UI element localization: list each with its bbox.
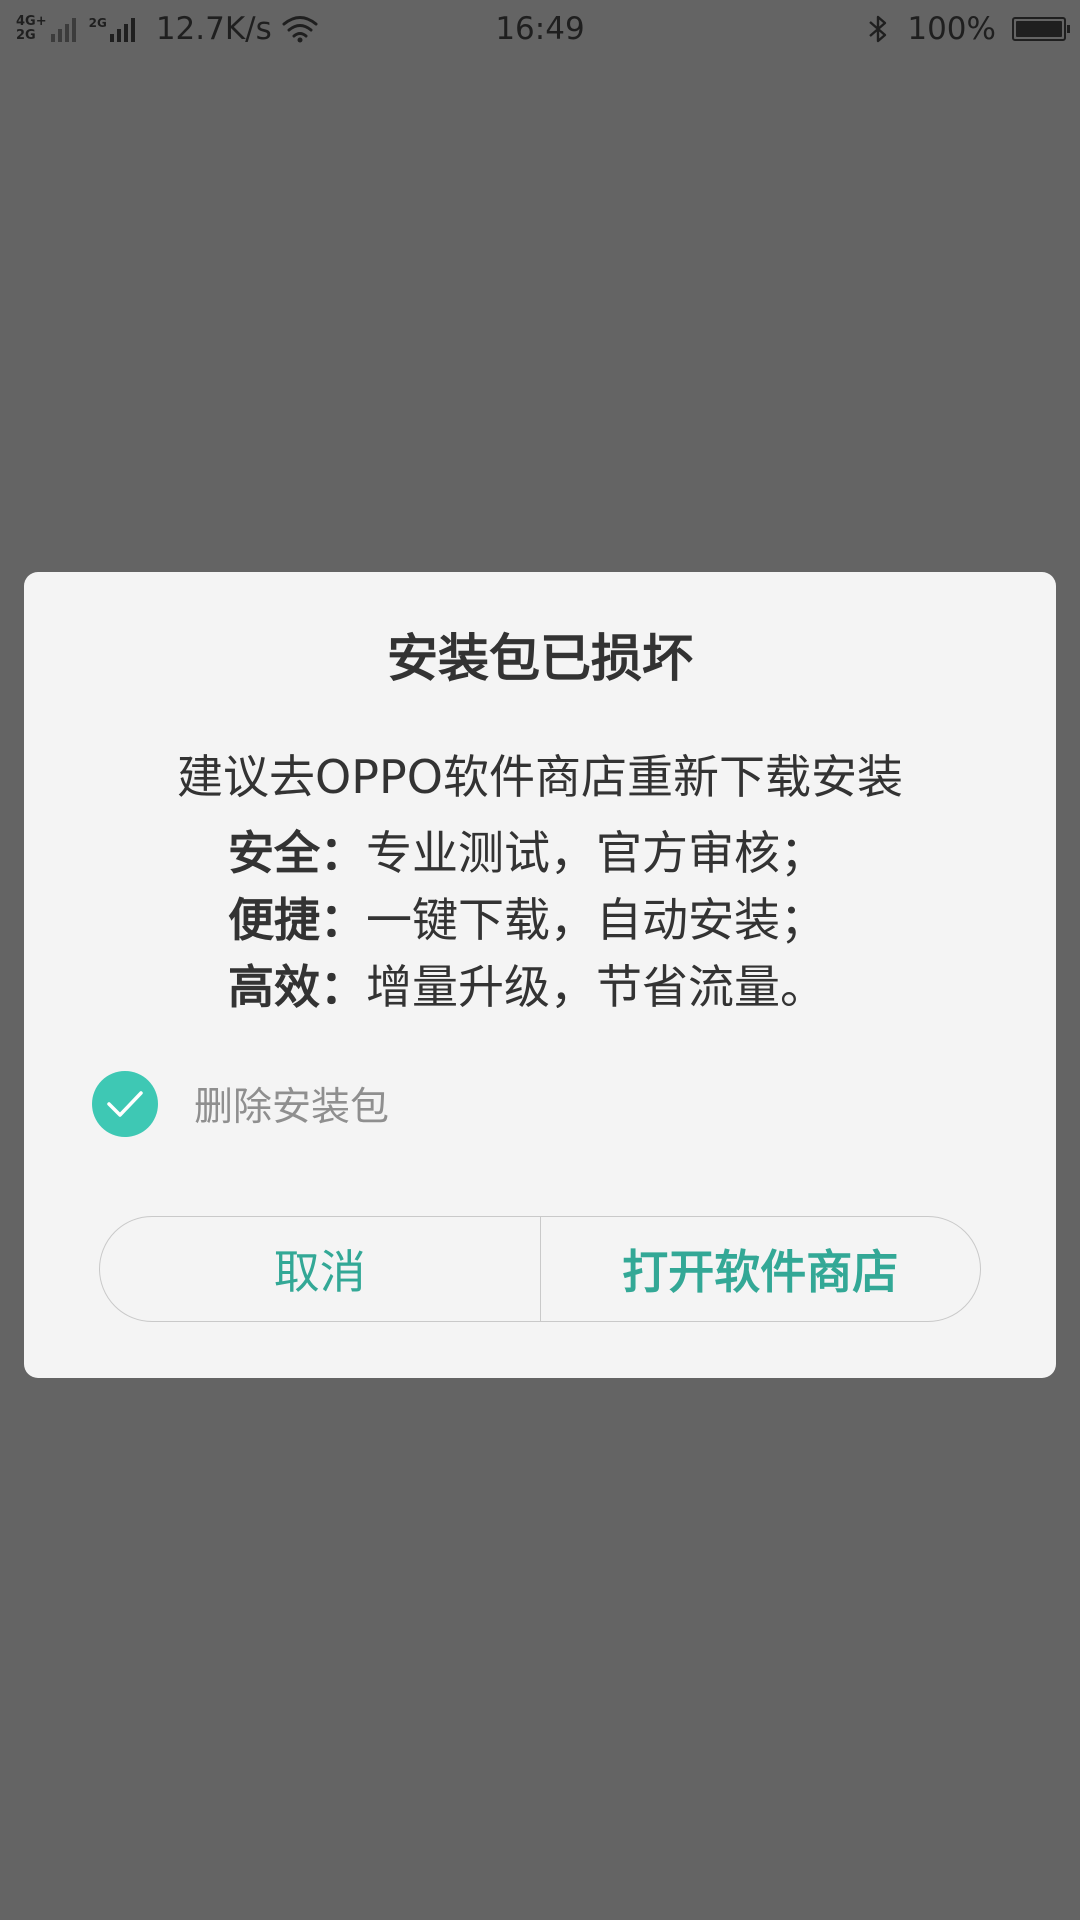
feature-value: 一键下载，自动安装； xyxy=(366,893,826,947)
feature-value: 专业测试，官方审核； xyxy=(366,826,826,880)
feature-efficiency: 高效：增量升级，节省流量。 xyxy=(228,958,826,1016)
delete-package-checkbox[interactable] xyxy=(92,1071,158,1137)
status-bar: 4G+ 2G 2G 12.7K/s 16:49 100% xyxy=(0,0,1080,58)
status-bar-right: 100% xyxy=(867,8,1070,50)
cancel-button[interactable]: 取消 xyxy=(100,1217,540,1321)
delete-package-label[interactable]: 删除安装包 xyxy=(194,1076,389,1132)
feature-value: 增量升级，节省流量。 xyxy=(366,960,826,1014)
feature-key: 安全： xyxy=(228,826,366,880)
open-app-store-button[interactable]: 打开软件商店 xyxy=(539,1217,981,1321)
checkmark-icon xyxy=(107,1091,143,1117)
feature-safety: 安全：专业测试，官方审核； xyxy=(228,824,826,882)
feature-key: 高效： xyxy=(228,960,366,1014)
dialog-subtitle: 建议去OPPO软件商店重新下载安装 xyxy=(177,750,903,804)
feature-convenience: 便捷：一键下载，自动安装； xyxy=(228,891,826,949)
feature-key: 便捷： xyxy=(228,893,366,947)
battery-percent: 100% xyxy=(907,11,996,47)
dialog-title: 安装包已损坏 xyxy=(386,630,693,689)
dialog-button-group: 取消 打开软件商店 xyxy=(99,1216,981,1322)
battery-icon xyxy=(1012,17,1070,41)
delete-package-checkbox-row[interactable]: 删除安装包 xyxy=(92,1070,389,1138)
battery-level xyxy=(1016,21,1062,37)
bluetooth-icon xyxy=(869,15,887,43)
